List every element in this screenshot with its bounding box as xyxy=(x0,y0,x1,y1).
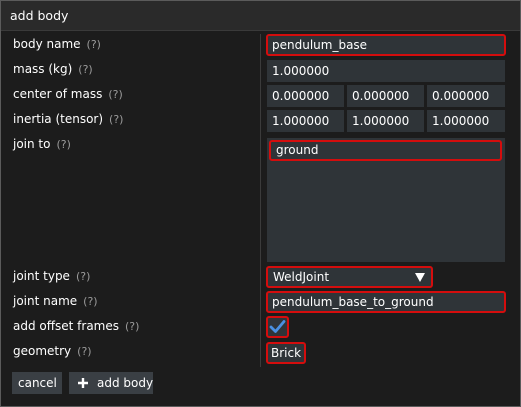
geometry-help[interactable]: (?) xyxy=(77,345,91,358)
mass-label: mass (kg) (?) xyxy=(13,62,93,76)
geometry-button[interactable]: Brick xyxy=(266,342,306,364)
center-of-mass-z-input[interactable]: 0.000000 xyxy=(427,85,505,107)
add-body-button-label: add body xyxy=(97,376,154,390)
body-name-label: body name (?) xyxy=(13,37,101,51)
inertia-label-text: inertia (tensor) xyxy=(13,112,104,126)
center-of-mass-x-input[interactable]: 0.000000 xyxy=(267,85,344,107)
inertia-xx-input[interactable]: 1.000000 xyxy=(267,110,344,132)
inertia-help[interactable]: (?) xyxy=(109,113,123,126)
add-body-button[interactable]: add body xyxy=(69,372,153,394)
joint-type-label-text: joint type xyxy=(13,269,70,283)
body-name-label-text: body name xyxy=(13,37,81,51)
body-name-input[interactable]: pendulum_base xyxy=(266,34,506,56)
center-of-mass-help[interactable]: (?) xyxy=(108,88,122,101)
mass-label-text: mass (kg) xyxy=(13,62,73,76)
add-offset-frames-label-text: add offset frames xyxy=(13,319,120,333)
cancel-button[interactable]: cancel xyxy=(12,372,62,394)
center-of-mass-label-text: center of mass xyxy=(13,87,103,101)
mass-input[interactable]: 1.000000 xyxy=(267,60,505,82)
checkmark-icon xyxy=(269,320,286,333)
joint-name-label-text: joint name xyxy=(13,294,78,308)
title-bar[interactable]: add body xyxy=(1,1,520,31)
plus-icon xyxy=(78,378,88,388)
center-of-mass-y-input[interactable]: 0.000000 xyxy=(347,85,424,107)
add-offset-frames-checkbox[interactable] xyxy=(266,316,289,338)
join-to-label: join to (?) xyxy=(13,137,71,151)
joint-type-value: WeldJoint xyxy=(273,270,330,284)
joint-name-label: joint name (?) xyxy=(13,294,98,308)
joint-type-help[interactable]: (?) xyxy=(76,270,90,283)
joint-type-label: joint type (?) xyxy=(13,269,90,283)
mass-help[interactable]: (?) xyxy=(78,63,92,76)
joint-name-input[interactable]: pendulum_base_to_ground xyxy=(266,291,506,313)
add-offset-frames-help[interactable]: (?) xyxy=(125,320,139,333)
joint-type-dropdown[interactable]: WeldJoint xyxy=(266,266,433,288)
inertia-label: inertia (tensor) (?) xyxy=(13,112,123,126)
join-to-help[interactable]: (?) xyxy=(56,138,70,151)
cancel-button-label: cancel xyxy=(18,376,57,390)
geometry-label-text: geometry xyxy=(13,344,72,358)
window-title: add body xyxy=(10,8,69,23)
add-offset-frames-label: add offset frames (?) xyxy=(13,319,139,333)
join-to-label-text: join to xyxy=(13,137,51,151)
body-name-help[interactable]: (?) xyxy=(87,38,101,51)
inertia-zz-input[interactable]: 1.000000 xyxy=(427,110,505,132)
column-divider xyxy=(260,34,261,367)
joint-name-help[interactable]: (?) xyxy=(83,295,97,308)
geometry-label: geometry (?) xyxy=(13,344,92,358)
add-body-window: add body body name (?) pendulum_base mass… xyxy=(0,0,521,407)
join-to-item-ground[interactable]: ground xyxy=(269,140,502,161)
chevron-down-icon xyxy=(415,273,425,282)
inertia-yy-input[interactable]: 1.000000 xyxy=(347,110,424,132)
center-of-mass-label: center of mass (?) xyxy=(13,87,123,101)
